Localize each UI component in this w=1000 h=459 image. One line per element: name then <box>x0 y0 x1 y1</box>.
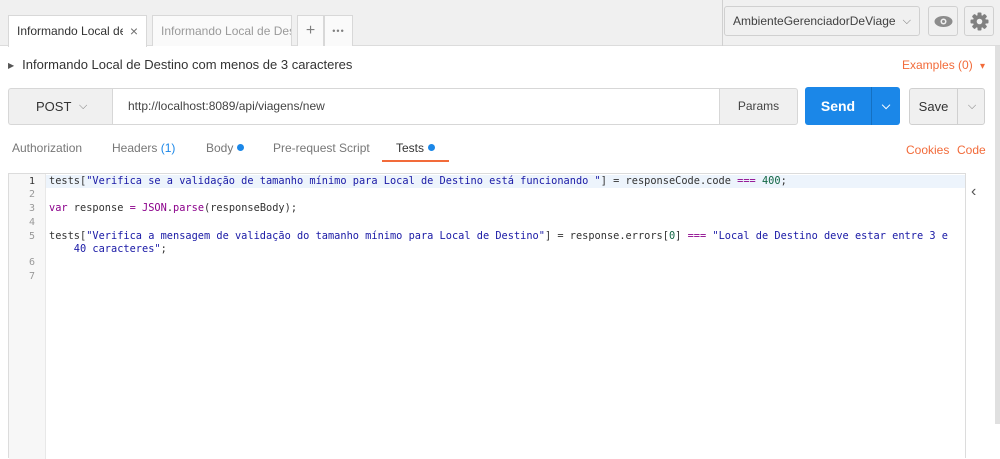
tab-title: Informando Local de Destin <box>161 24 291 38</box>
scrollbar[interactable] <box>995 46 1000 424</box>
expand-triangle-icon[interactable]: ▶ <box>8 61 14 70</box>
tab-headers[interactable]: Headers (1) <box>112 135 175 161</box>
request-subtabs: Authorization Headers (1) Body Pre-reque… <box>0 135 1000 163</box>
line-number: 6 <box>28 257 35 268</box>
tab-tests[interactable]: Tests <box>396 135 436 161</box>
string-token: "Local de Destino deve estar entre 3 e <box>712 230 948 242</box>
code-token: tests[ <box>49 175 87 187</box>
tests-indicator-dot <box>428 144 436 151</box>
environment-quick-look-button[interactable] <box>928 6 958 36</box>
request-name-text: Informando Local de Destino com menos de… <box>22 57 353 72</box>
request-tab-active[interactable]: Informando Local de D × <box>8 15 147 47</box>
tab-label: Authorization <box>12 141 83 155</box>
tab-body[interactable]: Body <box>206 135 245 161</box>
line-number: 5 <box>28 231 35 242</box>
code-token: response <box>67 202 130 214</box>
line-number: 7 <box>28 271 35 282</box>
save-options-icon[interactable]: ⌵ <box>958 89 986 124</box>
collapse-panel-icon[interactable]: ‹ <box>971 183 976 201</box>
code-line-5-wrap: 40 caracteres"; <box>49 243 167 256</box>
line-number: 4 <box>28 217 35 228</box>
code-line-3: var response = JSON.parse(responseBody); <box>49 202 297 215</box>
tab-authorization[interactable]: Authorization <box>12 135 82 161</box>
save-button[interactable]: Save ⌵ <box>909 88 985 125</box>
operator-token: === <box>687 230 707 242</box>
operator-token: === <box>737 175 756 187</box>
params-button[interactable]: Params <box>719 88 798 125</box>
tab-options-button[interactable]: ••• <box>324 15 353 46</box>
headers-count: (1) <box>160 141 176 155</box>
tab-pre-request-script[interactable]: Pre-request Script <box>273 135 370 161</box>
tab-label: Tests <box>396 141 425 155</box>
active-tab-underline <box>382 160 449 162</box>
code-token: ] = responseCode.code <box>600 175 738 187</box>
cookies-link[interactable]: Cookies <box>906 141 949 159</box>
method-select[interactable]: POST ⌵ <box>8 88 112 125</box>
line-number: 3 <box>28 203 35 214</box>
tests-code-editor[interactable]: 1 2 3 4 5 6 7 tests["Verifica se a valid… <box>8 173 966 459</box>
tab-title: Informando Local de D <box>17 24 123 38</box>
divider <box>722 0 723 46</box>
code-link[interactable]: Code <box>957 141 986 159</box>
code-token: ; <box>160 243 167 255</box>
line-number: 2 <box>28 189 35 200</box>
url-input[interactable]: http://localhost:8089/api/viagens/new <box>112 88 720 125</box>
save-label: Save <box>918 99 949 114</box>
manage-environments-button[interactable] <box>964 6 994 36</box>
code-token: tests[ <box>49 230 87 242</box>
string-token: "Verifica se a validação de tamanho míni… <box>86 175 601 187</box>
method-label: POST <box>36 99 72 114</box>
tab-label: Pre-request Script <box>273 141 370 155</box>
tab-label: Headers <box>112 141 158 155</box>
keyword-token: var <box>49 202 68 214</box>
number-token: 400 <box>761 175 781 187</box>
request-name[interactable]: ▶ Informando Local de Destino com menos d… <box>8 56 352 75</box>
chevron-down-icon: ⌵ <box>898 7 911 35</box>
code-line-5: tests["Verifica a mensagem de validação … <box>49 230 948 243</box>
code-token: ; <box>780 175 787 187</box>
code-token: ] = response.errors[ <box>544 230 669 242</box>
string-token: "Verifica a mensagem de validação do tam… <box>86 230 545 242</box>
tab-label: Body <box>206 141 234 155</box>
examples-dropdown[interactable]: Examples (0) ▾ <box>902 56 985 76</box>
chevron-down-icon: ⌵ <box>79 100 88 112</box>
caret-down-icon: ▾ <box>980 61 986 72</box>
close-tab-icon[interactable]: × <box>130 16 138 46</box>
send-button[interactable]: Send ⌵ <box>805 87 900 125</box>
eye-icon <box>934 16 953 27</box>
line-number: 1 <box>28 176 35 187</box>
method-token: parse <box>173 202 205 214</box>
environment-label: AmbienteGerenciadorDeViage <box>733 14 896 28</box>
send-options-icon[interactable]: ⌵ <box>872 87 900 125</box>
body-indicator-dot <box>237 144 245 151</box>
line-number-gutter: 1 2 3 4 5 6 7 <box>9 174 46 459</box>
builtin-token: JSON <box>142 202 167 214</box>
code-token: (responseBody); <box>204 202 298 214</box>
request-tab-inactive[interactable]: Informando Local de Destin <box>152 15 292 46</box>
code-token: ] <box>675 230 688 242</box>
code-line-1: tests["Verifica se a validação de tamanh… <box>49 175 787 188</box>
gear-icon <box>970 12 989 31</box>
string-token: 40 caracteres" <box>49 243 161 255</box>
environment-select[interactable]: AmbienteGerenciadorDeViage ⌵ <box>724 6 920 36</box>
send-label: Send <box>820 98 856 114</box>
examples-label: Examples (0) <box>902 58 973 72</box>
new-tab-button[interactable]: + <box>297 15 324 46</box>
